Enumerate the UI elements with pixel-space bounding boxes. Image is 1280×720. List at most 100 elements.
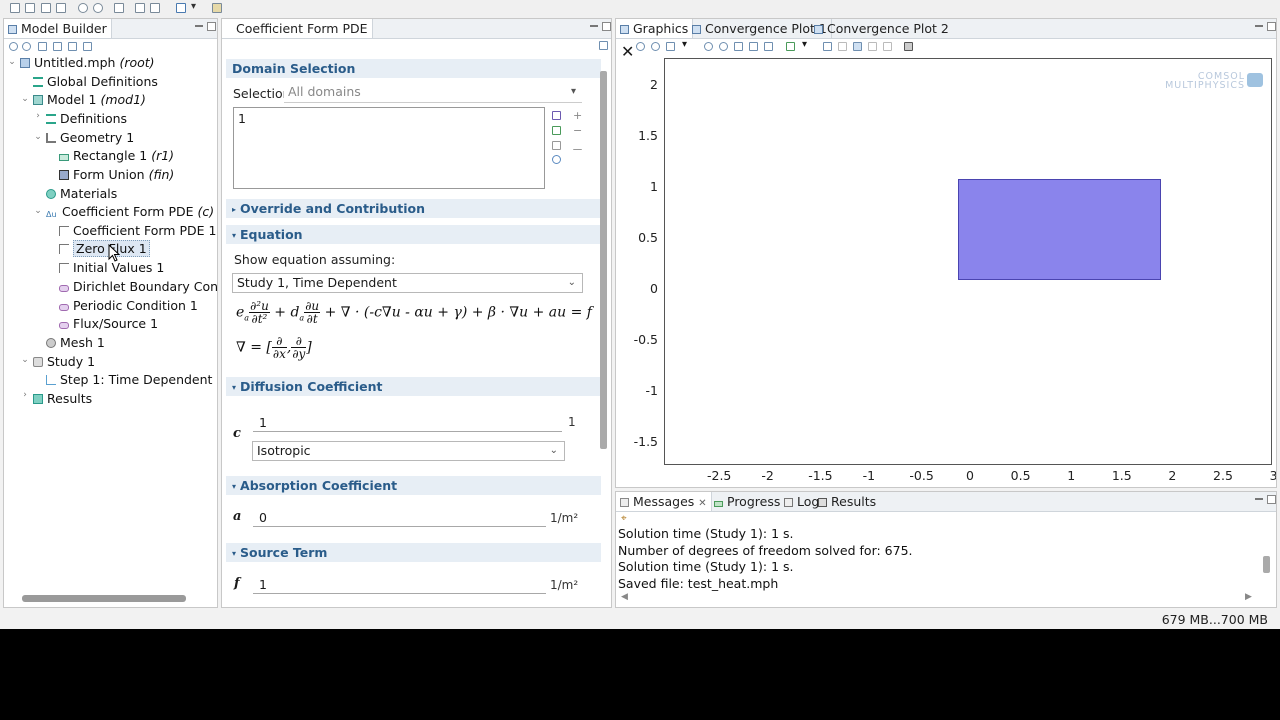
- tab-progress[interactable]: Progress: [710, 492, 784, 511]
- tab-model-builder[interactable]: Model Builder: [4, 19, 112, 38]
- source-term-field[interactable]: 1: [253, 575, 546, 594]
- maximize-icon[interactable]: [207, 22, 216, 31]
- clear-icon[interactable]: [573, 141, 582, 150]
- save-icon[interactable]: [41, 3, 51, 13]
- expand-icon[interactable]: [68, 42, 77, 51]
- add-icon[interactable]: +: [573, 110, 582, 121]
- close-icon[interactable]: ✕: [698, 498, 706, 509]
- forward-icon[interactable]: [22, 42, 31, 51]
- tree-item-rectangle-1[interactable]: Rectangle 1 (r1): [59, 147, 174, 165]
- tab-results[interactable]: Results: [814, 492, 880, 511]
- selection-list-item[interactable]: 1: [238, 111, 246, 126]
- options-icon[interactable]: [212, 3, 222, 13]
- section-equation[interactable]: ▾ Equation: [226, 225, 601, 244]
- chevron-down-icon[interactable]: ⌄: [20, 355, 30, 365]
- zoom-in-icon[interactable]: [704, 42, 713, 51]
- tree-item-study-1[interactable]: Study 1: [33, 353, 95, 371]
- tree-item-step-1[interactable]: Step 1: Time Dependent: [46, 371, 212, 389]
- tree-item-results[interactable]: Results: [33, 390, 92, 408]
- select-all-icon[interactable]: [883, 42, 892, 51]
- scroll-left-icon[interactable]: ◀: [621, 592, 628, 602]
- refresh-icon[interactable]: [651, 42, 660, 51]
- tree-item-dirichlet-boundary-condition[interactable]: Dirichlet Boundary Conditio: [59, 278, 217, 296]
- sort-icon[interactable]: [83, 42, 92, 51]
- axis-icon[interactable]: [786, 42, 795, 51]
- tree-item-coefficient-form-pde-1[interactable]: Coefficient Form PDE 1: [59, 222, 216, 240]
- settings-menu-icon[interactable]: [599, 41, 608, 50]
- redo-icon[interactable]: [93, 3, 103, 13]
- chevron-down-icon[interactable]: ▾: [682, 39, 687, 50]
- tree-item-materials[interactable]: Materials: [46, 185, 117, 203]
- maximize-icon[interactable]: [1267, 22, 1276, 31]
- screenshot-icon[interactable]: [904, 42, 913, 51]
- tree-item-geometry-1[interactable]: Geometry 1: [46, 129, 134, 147]
- tree-item-mesh-1[interactable]: Mesh 1: [46, 334, 105, 352]
- tree-item-model-1[interactable]: Model 1 (mod1): [33, 91, 146, 109]
- copy-selection-icon[interactable]: [552, 126, 561, 135]
- remove-icon[interactable]: −: [573, 125, 582, 136]
- absorption-coefficient-field[interactable]: 0: [253, 508, 546, 527]
- section-domain-selection[interactable]: Domain Selection: [226, 59, 601, 78]
- equation-study-combo[interactable]: Study 1, Time Dependent ⌄: [232, 273, 583, 293]
- chevron-down-icon[interactable]: ▾: [191, 1, 196, 12]
- chevron-down-icon[interactable]: ⌄: [20, 94, 30, 104]
- tree-horizontal-scrollbar[interactable]: [22, 595, 186, 602]
- selection-combo[interactable]: All domains ▾: [284, 83, 582, 103]
- layout-icon[interactable]: [135, 3, 145, 13]
- tree-item-coefficient-form-pde[interactable]: Δu Coefficient Form PDE (c): [46, 203, 214, 221]
- build-icon[interactable]: [176, 3, 186, 13]
- geometry-plot-area[interactable]: COMSOL MULTIPHYSICS: [664, 58, 1272, 465]
- show-icon[interactable]: [38, 42, 47, 51]
- chevron-down-icon[interactable]: ⌄: [33, 132, 43, 142]
- collapse-icon[interactable]: [53, 42, 62, 51]
- section-absorption-coefficient[interactable]: ▾ Absorption Coefficient: [226, 476, 601, 495]
- tree-item-root[interactable]: Untitled.mph (root): [20, 54, 155, 72]
- diffusion-coefficient-field[interactable]: 1: [253, 413, 562, 432]
- settings-vertical-scrollbar[interactable]: [600, 71, 607, 449]
- diffusion-type-combo[interactable]: Isotropic ⌄: [252, 441, 565, 461]
- view-icon[interactable]: [636, 42, 645, 51]
- pan-icon[interactable]: ✕: [621, 42, 634, 61]
- messages-vertical-scrollbar[interactable]: [1263, 556, 1270, 573]
- tab-coefficient-form-pde[interactable]: Coefficient Form PDE: [222, 19, 373, 38]
- paste-icon[interactable]: [552, 141, 561, 150]
- maximize-icon[interactable]: [602, 22, 611, 31]
- scene-light-icon[interactable]: [666, 42, 675, 51]
- tab-graphics[interactable]: Graphics: [616, 19, 694, 38]
- tree-item-form-union[interactable]: Form Union (fin): [59, 166, 174, 184]
- rectangle-domain[interactable]: [958, 179, 1161, 280]
- scroll-right-icon[interactable]: ▶: [1245, 592, 1252, 602]
- minimize-icon[interactable]: [1255, 25, 1263, 27]
- select-objects-icon[interactable]: [823, 42, 832, 51]
- zoom-selected-icon[interactable]: [749, 42, 758, 51]
- zoom-box-icon[interactable]: [734, 42, 743, 51]
- undo-icon[interactable]: [78, 3, 88, 13]
- chevron-down-icon[interactable]: ▾: [802, 39, 807, 50]
- clear-messages-icon[interactable]: ⌖: [621, 513, 627, 524]
- maximize-icon[interactable]: [1267, 495, 1276, 504]
- section-override-contribution[interactable]: ▸ Override and Contribution: [226, 199, 601, 218]
- back-icon[interactable]: [9, 42, 18, 51]
- section-source-term[interactable]: ▾ Source Term: [226, 543, 601, 562]
- new-file-icon[interactable]: [10, 3, 20, 13]
- tree-item-global-definitions[interactable]: Global Definitions: [33, 73, 158, 91]
- tab-messages[interactable]: Messages ✕: [616, 492, 712, 511]
- copy-icon[interactable]: [114, 3, 124, 13]
- minimize-icon[interactable]: [590, 25, 598, 27]
- tree-item-periodic-condition-1[interactable]: Periodic Condition 1: [59, 297, 198, 315]
- tab-convergence-plot-2[interactable]: Convergence Plot 2: [810, 19, 953, 38]
- chevron-right-icon[interactable]: ›: [20, 390, 30, 400]
- tree-item-definitions[interactable]: Definitions: [46, 110, 127, 128]
- section-diffusion-coefficient[interactable]: ▾ Diffusion Coefficient: [226, 377, 601, 396]
- window-icon[interactable]: [150, 3, 160, 13]
- select-boundaries-icon[interactable]: [853, 42, 862, 51]
- zoom-selection-icon[interactable]: [552, 155, 561, 164]
- chevron-right-icon[interactable]: ›: [33, 111, 43, 121]
- selection-list[interactable]: 1: [233, 107, 545, 189]
- zoom-extents-icon[interactable]: [764, 42, 773, 51]
- minimize-icon[interactable]: [195, 25, 203, 27]
- chevron-down-icon[interactable]: ⌄: [33, 206, 43, 216]
- select-points-icon[interactable]: [868, 42, 877, 51]
- zoom-out-icon[interactable]: [719, 42, 728, 51]
- minimize-icon[interactable]: [1255, 498, 1263, 500]
